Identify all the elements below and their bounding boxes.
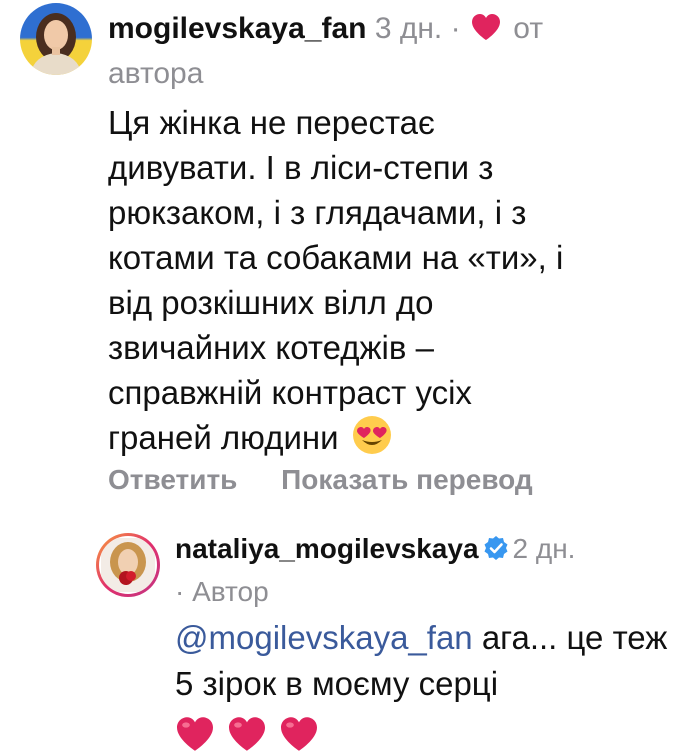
reply-username[interactable]: nataliya_mogilevskaya bbox=[175, 533, 479, 564]
mention-link[interactable]: @mogilevskaya_fan bbox=[175, 619, 473, 656]
reply-avatar-photo-icon bbox=[101, 538, 155, 592]
reply-avatar-inner bbox=[99, 536, 157, 594]
liked-by-author-label-1: от bbox=[513, 12, 544, 45]
reply-meta: nataliya_mogilevskaya 2 дн. · Автор bbox=[175, 529, 675, 612]
meta-separator: · bbox=[450, 12, 461, 45]
red-heart-emoji-icon bbox=[281, 717, 317, 751]
avatar-photo-icon bbox=[30, 13, 82, 75]
reply-time: 2 дн. bbox=[512, 533, 576, 564]
comment-text: Ця жінка не перестає дивувати. І в ліси-… bbox=[108, 104, 564, 456]
reply-author-label: · Автор bbox=[175, 576, 269, 607]
avatar[interactable] bbox=[20, 3, 92, 75]
comment-username[interactable]: mogilevskaya_fan bbox=[108, 12, 366, 45]
reply-text-block: @mogilevskaya_fan ага... це теж 5 зірок … bbox=[175, 615, 675, 755]
red-heart-emoji-icon bbox=[229, 717, 265, 751]
liked-by-author-heart-icon bbox=[471, 11, 501, 53]
hearts-row bbox=[175, 709, 675, 755]
comment-text-block: Ця жінка не перестає дивувати. І в ліси-… bbox=[108, 100, 668, 466]
red-heart-emoji-icon bbox=[177, 717, 213, 751]
liked-by-author-label-2: автора bbox=[108, 57, 204, 90]
comment-meta: mogilevskaya_fan 3 дн. · от автора bbox=[108, 8, 688, 95]
show-translation-button[interactable]: Показать перевод bbox=[281, 460, 533, 500]
reply-avatar[interactable] bbox=[96, 533, 160, 597]
comment-time: 3 дн. bbox=[374, 12, 443, 45]
reply-button[interactable]: Ответить bbox=[108, 460, 237, 500]
heart-eyes-emoji-icon bbox=[352, 415, 392, 466]
comment-actions: Ответить Показать перевод bbox=[108, 460, 533, 500]
verified-badge-icon bbox=[483, 532, 509, 572]
